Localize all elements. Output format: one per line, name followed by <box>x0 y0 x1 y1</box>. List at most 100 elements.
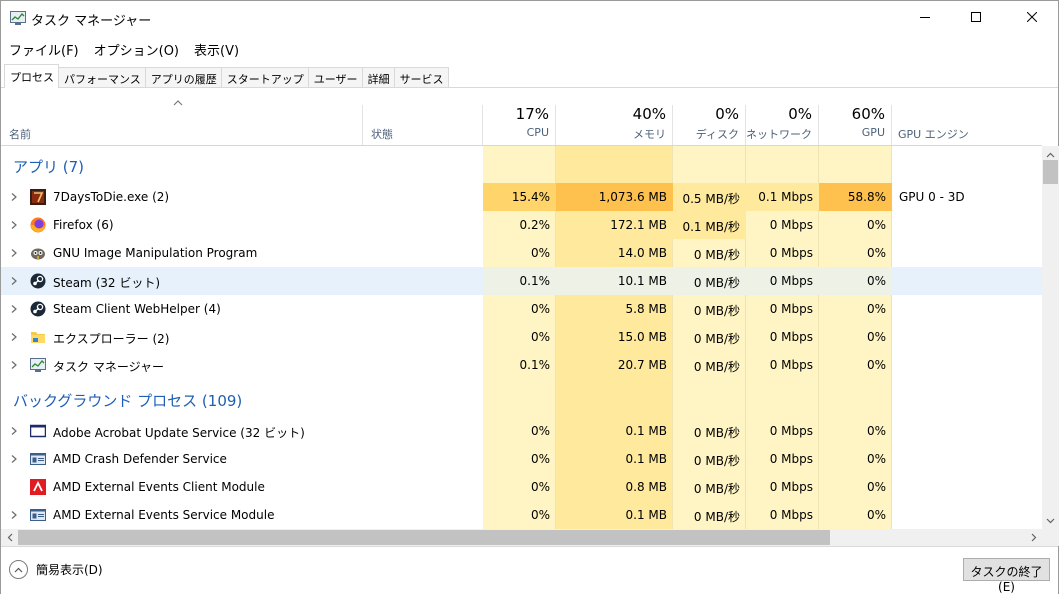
process-net-value: 0 Mbps <box>769 424 813 438</box>
process-gpu-engine-value <box>892 211 1042 239</box>
process-list: アプリ (7) 7DaysToDie.exe (2) 15.4% 1,073.6 M… <box>1 146 1042 529</box>
process-mem-value: 15.0 MB <box>617 330 667 344</box>
footer: 簡易表示(D) タスクの終了(E) <box>1 546 1058 594</box>
process-name: GNU Image Manipulation Program <box>53 246 258 260</box>
process-gpu-engine-value <box>892 323 1042 351</box>
scroll-right-button[interactable] <box>1025 529 1042 546</box>
process-net-value: 0 Mbps <box>769 508 813 522</box>
column-header-cpu[interactable]: 17% CPU <box>483 105 556 145</box>
process-name: AMD Crash Defender Service <box>53 452 227 466</box>
process-gpu-value: 0% <box>866 330 886 344</box>
process-mem-value: 1,073.6 MB <box>556 183 673 211</box>
column-header-memory[interactable]: 40% メモリ <box>556 105 673 145</box>
menu-file[interactable]: ファイル(F) <box>1 37 86 61</box>
gpu-total-percent: 60% <box>851 105 885 123</box>
chevron-right-icon <box>1031 533 1036 542</box>
column-header-disk[interactable]: 0% ディスク <box>673 105 746 145</box>
horizontal-scrollbar[interactable] <box>1 529 1042 546</box>
menu-view[interactable]: 表示(V) <box>186 37 246 61</box>
task-manager-window: タスク マネージャー ファイル(F) オプション(O) 表示(V) プロセス パ… <box>0 0 1059 594</box>
process-cpu-value: 0% <box>530 452 550 466</box>
scrollbar-corner <box>1042 529 1059 546</box>
process-row[interactable]: GNU Image Manipulation Program 0% 14.0 MB 0… <box>1 239 1042 267</box>
chevron-right-icon[interactable] <box>10 426 18 436</box>
process-row[interactable]: Firefox (6) 0.2% 172.1 MB 0.1 MB/秒 0 Mbps 0% <box>1 211 1042 239</box>
tab-app-history[interactable]: アプリの履歴 <box>145 67 222 88</box>
process-name: AMD External Events Service Module <box>53 508 275 522</box>
column-header-name[interactable]: 名前 <box>1 105 363 145</box>
process-mem-value: 0.8 MB <box>625 480 667 494</box>
process-net-value: 0 Mbps <box>769 302 813 316</box>
tab-startup[interactable]: スタートアップ <box>221 67 309 88</box>
maximize-button[interactable] <box>953 1 999 33</box>
group-title-background: バックグラウンド プロセス (109) <box>13 392 243 410</box>
process-row[interactable]: AMD External Events Service Module 0% 0.1 … <box>1 501 1042 529</box>
column-header-network[interactable]: 0% ネットワーク <box>746 105 819 145</box>
menu-options[interactable]: オプション(O) <box>86 37 186 61</box>
process-disk-value: 0 MB/秒 <box>693 360 740 374</box>
process-cpu-value: 0.1% <box>483 267 556 295</box>
column-gpu-engine-label: GPU エンジン <box>898 128 969 141</box>
process-disk-value: 0 MB/秒 <box>693 332 740 346</box>
column-status-label: 状態 <box>371 128 393 141</box>
process-disk-value: 0 MB/秒 <box>693 304 740 318</box>
process-gpu-value: 0% <box>866 480 886 494</box>
chevron-right-icon[interactable] <box>10 360 18 370</box>
minimize-button[interactable] <box>902 1 948 33</box>
process-row[interactable]: AMD Crash Defender Service 0% 0.1 MB 0 MB/秒… <box>1 445 1042 473</box>
scroll-left-button[interactable] <box>1 529 18 546</box>
column-header-gpu[interactable]: 60% GPU <box>819 105 892 145</box>
memory-total-percent: 40% <box>632 105 666 123</box>
process-row[interactable]: タスク マネージャー 0.1% 20.7 MB 0 MB/秒 0 Mbps 0% <box>1 351 1042 379</box>
process-name: AMD External Events Client Module <box>53 480 265 494</box>
horizontal-scroll-thumb[interactable] <box>18 530 830 545</box>
tab-performance[interactable]: パフォーマンス <box>59 67 146 88</box>
process-gpu-value: 0% <box>866 218 886 232</box>
title-bar: タスク マネージャー <box>1 1 1058 35</box>
chevron-right-icon[interactable] <box>10 248 18 258</box>
process-row[interactable]: エクスプローラー (2) 0% 15.0 MB 0 MB/秒 0 Mbps 0% <box>1 323 1042 351</box>
gimp-icon <box>30 245 46 261</box>
process-row[interactable]: Steam (32 ビット) 0.1% 10.1 MB 0 MB/秒 0 Mbps 0% <box>1 267 1042 295</box>
process-net-value: 0 Mbps <box>746 267 819 295</box>
tab-details[interactable]: 詳細 <box>362 67 395 88</box>
chevron-right-icon[interactable] <box>10 276 18 286</box>
7days-icon <box>30 189 46 205</box>
process-row[interactable]: Steam Client WebHelper (4) 0% 5.8 MB 0 MB/秒… <box>1 295 1042 323</box>
process-net-value: 0 Mbps <box>769 246 813 260</box>
process-cpu-value: 0% <box>530 424 550 438</box>
process-row[interactable]: AMD External Events Client Module 0% 0.8 M… <box>1 473 1042 501</box>
process-gpu-value: 0% <box>866 358 886 372</box>
chevron-right-icon[interactable] <box>10 454 18 464</box>
end-task-button[interactable]: タスクの終了(E) <box>963 558 1050 594</box>
disk-total-percent: 0% <box>715 105 739 123</box>
close-button[interactable] <box>1009 1 1055 33</box>
process-mem-value: 20.7 MB <box>617 358 667 372</box>
process-mem-value: 5.8 MB <box>625 302 667 316</box>
fewer-details-button[interactable]: 簡易表示(D) <box>9 560 103 579</box>
chevron-right-icon[interactable] <box>10 192 18 202</box>
process-net-value: 0 Mbps <box>769 452 813 466</box>
process-net-value: 0.1 Mbps <box>746 183 819 211</box>
process-row[interactable]: Adobe Acrobat Update Service (32 ビット) 0% 0… <box>1 417 1042 445</box>
column-header-gpu-engine[interactable]: GPU エンジン <box>892 105 1042 145</box>
chevron-right-icon[interactable] <box>10 332 18 342</box>
vertical-scroll-thumb[interactable] <box>1043 160 1058 184</box>
chevron-right-icon[interactable] <box>10 304 18 314</box>
tab-processes[interactable]: プロセス <box>4 64 59 88</box>
scroll-down-button[interactable] <box>1042 512 1059 529</box>
chevron-right-icon[interactable] <box>10 220 18 230</box>
process-name: Steam Client WebHelper (4) <box>53 302 221 316</box>
vertical-scrollbar[interactable] <box>1042 146 1059 529</box>
tab-users[interactable]: ユーザー <box>308 67 363 88</box>
tab-services[interactable]: サービス <box>394 67 449 88</box>
group-title-apps: アプリ (7) <box>13 158 85 176</box>
service-icon <box>30 451 46 467</box>
group-header-background: バックグラウンド プロセス (109) <box>1 386 1042 414</box>
column-header-status[interactable]: 状態 <box>363 105 483 145</box>
column-network-label: ネットワーク <box>746 128 812 141</box>
process-name: タスク マネージャー <box>53 360 164 374</box>
window-title: タスク マネージャー <box>31 14 152 29</box>
process-row[interactable]: 7DaysToDie.exe (2) 15.4% 1,073.6 MB 0.5 MB/… <box>1 183 1042 211</box>
chevron-right-icon[interactable] <box>10 510 18 520</box>
